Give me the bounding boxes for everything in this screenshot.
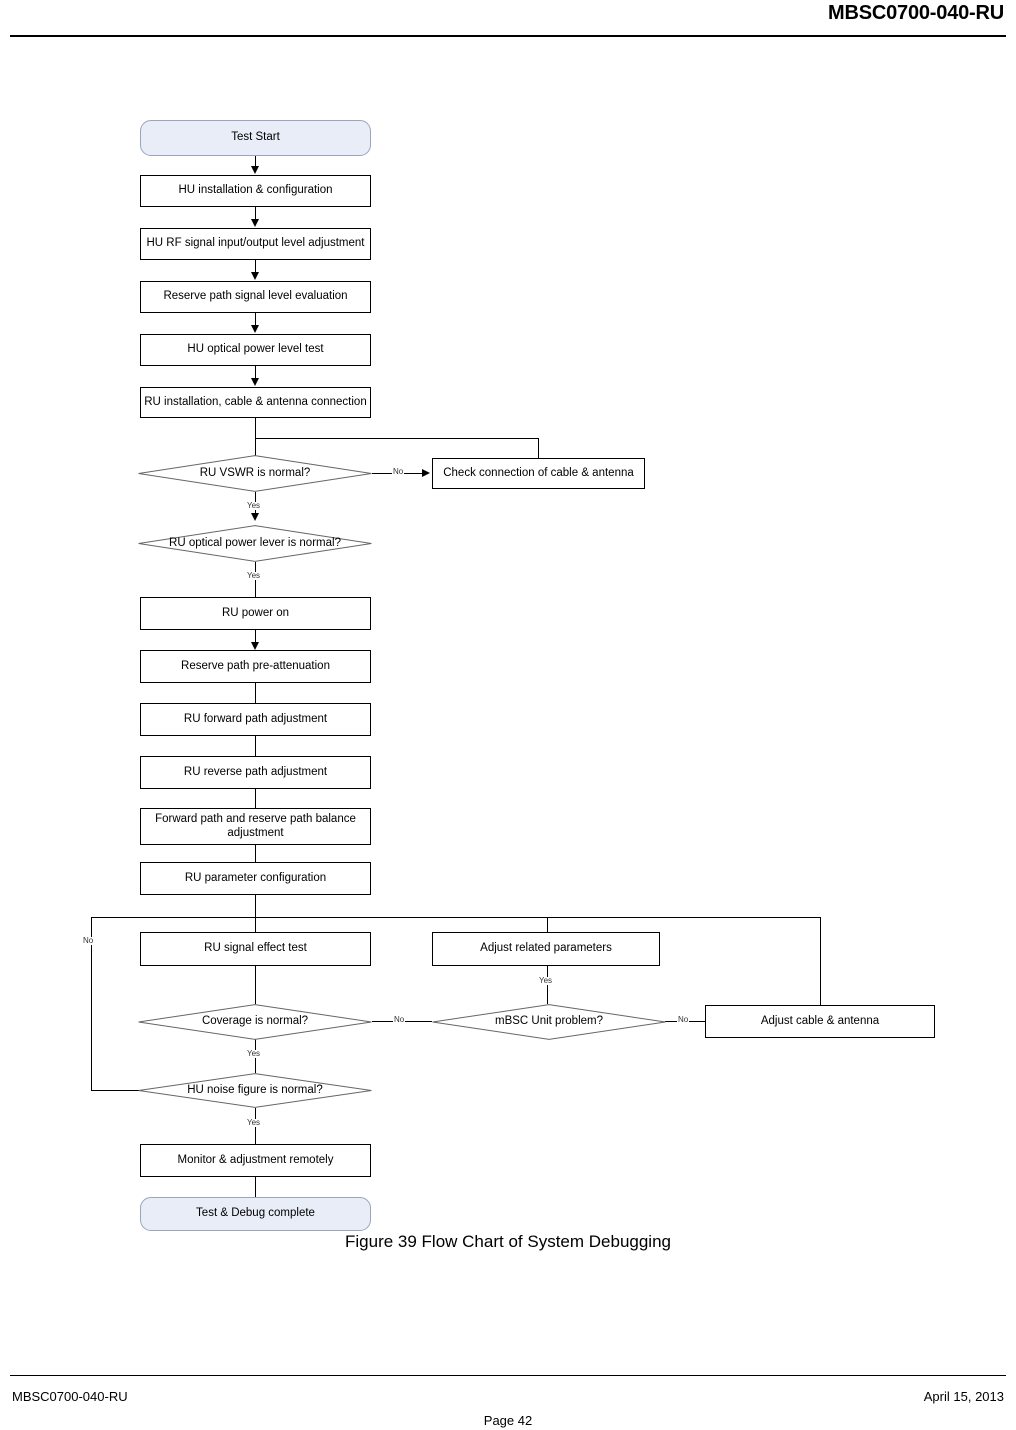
connector-ru-install-to-vswr [255, 418, 256, 456]
node-label: Test & Debug complete [196, 1207, 315, 1220]
node-label: Reserve path pre-attenuation [181, 659, 330, 672]
node-label: Forward path and reserve path balance ad… [155, 813, 356, 839]
connector-forward-to-reverse-adjust [255, 736, 256, 756]
node-ru-installation-cable-antenna-connection[interactable]: RU installation, cable & antenna connect… [140, 387, 371, 418]
connector-loopback-right-vertical [820, 917, 821, 1006]
arrowhead-ru-optical [250, 513, 259, 521]
node-hu-rf-signal-level-adjustment[interactable]: HU RF signal input/output level adjustme… [140, 228, 371, 260]
edge-label-mbsc-yes: Yes [538, 976, 554, 985]
node-reserve-path-signal-level-evaluation[interactable]: Reserve path signal level evaluation [140, 281, 371, 313]
node-ru-signal-effect-test[interactable]: RU signal effect test [140, 932, 371, 966]
edge-label-noise-yes: Yes [246, 1118, 262, 1127]
connector-reverse-adjust-to-balance [255, 789, 256, 808]
node-label: HU noise figure is normal? [187, 1083, 323, 1096]
footer-divider [10, 1375, 1006, 1376]
node-label: Coverage is normal? [201, 1015, 309, 1028]
node-label: Test Start [231, 131, 280, 144]
node-check-connection-of-cable-antenna[interactable]: Check connection of cable & antenna [432, 458, 645, 489]
connector-param-config-to-signal-effect [255, 895, 256, 932]
node-label: RU signal effect test [204, 942, 307, 955]
edge-label-vswr-yes: Yes [246, 501, 262, 510]
connector-signal-effect-to-coverage [255, 966, 256, 1004]
edge-label-coverage-no: No [393, 1015, 406, 1024]
node-label: mBSC Unit problem? [494, 1015, 603, 1028]
arrowhead-rf-level [250, 219, 259, 227]
footer-date: April 15, 2013 [923, 1389, 1004, 1404]
node-hu-installation-configuration[interactable]: HU installation & configuration [140, 175, 371, 207]
node-adjust-cable-antenna[interactable]: Adjust cable & antenna [705, 1005, 935, 1038]
node-test-start[interactable]: Test Start [140, 120, 371, 156]
edge-label-noise-no: No [82, 936, 95, 945]
node-label: RU reverse path adjustment [183, 765, 328, 778]
connector-loopback-left-into-noise-diamond [91, 1090, 139, 1091]
node-ru-parameter-configuration[interactable]: RU parameter configuration [140, 862, 371, 895]
node-label: Adjust related parameters [480, 942, 612, 955]
figure-caption: Figure 39 Flow Chart of System Debugging [345, 1232, 671, 1251]
connector-balance-to-param-config [255, 845, 256, 862]
node-hu-optical-power-level-test[interactable]: HU optical power level test [140, 334, 371, 366]
connector-check-connection-loopback-horizontal [255, 438, 539, 439]
node-label: RU optical power lever is normal? [169, 536, 341, 549]
node-monitor-adjustment-remotely[interactable]: Monitor & adjustment remotely [140, 1144, 371, 1177]
node-label: RU forward path adjustment [183, 712, 328, 725]
arrowhead-hu-install [250, 166, 259, 174]
arrowhead-check-connection [422, 468, 430, 477]
footer-page-number: Page 42 [483, 1413, 533, 1428]
node-label: HU RF signal input/output level adjustme… [146, 237, 365, 250]
edge-label-mbsc-no: No [677, 1015, 690, 1024]
node-ru-vswr-is-normal[interactable]: RU VSWR is normal? [138, 455, 372, 492]
node-mbsc-unit-problem[interactable]: mBSC Unit problem? [432, 1004, 666, 1040]
node-label: RU power on [221, 606, 290, 619]
page-footer: MBSC0700-040-RU April 15, 2013 Page 42 [0, 1375, 1016, 1430]
node-hu-noise-figure-is-normal[interactable]: HU noise figure is normal? [138, 1073, 372, 1108]
connector-loopback-bus-horizontal [91, 917, 821, 918]
node-test-debug-complete[interactable]: Test & Debug complete [140, 1197, 371, 1231]
node-label: Check connection of cable & antenna [443, 466, 634, 479]
connector-monitor-to-complete [255, 1177, 256, 1197]
node-ru-power-on[interactable]: RU power on [140, 597, 371, 630]
node-ru-optical-power-lever-is-normal[interactable]: RU optical power lever is normal? [138, 525, 372, 562]
footer-document-id: MBSC0700-040-RU [12, 1389, 128, 1404]
edge-label-vswr-no: No [392, 467, 405, 476]
node-label: RU installation, cable & antenna connect… [144, 395, 367, 408]
node-label: Monitor & adjustment remotely [177, 1153, 334, 1166]
node-label: HU optical power level test [187, 343, 324, 356]
node-ru-reverse-path-adjustment[interactable]: RU reverse path adjustment [140, 756, 371, 789]
node-reserve-path-pre-attenuation[interactable]: Reserve path pre-attenuation [140, 650, 371, 683]
node-label: Adjust cable & antenna [760, 1014, 880, 1027]
connector-mbsc-yes-vertical [547, 966, 548, 1004]
arrowhead-pre-atten [250, 642, 259, 650]
node-ru-forward-path-adjustment[interactable]: RU forward path adjustment [140, 703, 371, 736]
node-label: Reserve path signal level evaluation [163, 290, 348, 303]
arrowhead-reserve-eval [250, 272, 259, 280]
node-coverage-is-normal[interactable]: Coverage is normal? [138, 1004, 372, 1040]
connector-pre-atten-to-forward-adjust [255, 683, 256, 703]
connector-check-connection-loopback-vertical [538, 438, 539, 459]
flowchart-diagram: No Yes Yes No Yes No Yes No Yes Test Sta… [0, 0, 1016, 1270]
node-adjust-related-parameters[interactable]: Adjust related parameters [432, 932, 660, 966]
node-label: HU installation & configuration [178, 184, 333, 197]
node-label: RU VSWR is normal? [199, 466, 311, 479]
arrowhead-ru-install [250, 378, 259, 386]
node-forward-reserve-path-balance-adjustment[interactable]: Forward path and reserve path balance ad… [140, 808, 371, 845]
arrowhead-optical-test [250, 325, 259, 333]
edge-label-optical-yes: Yes [246, 571, 262, 580]
edge-label-coverage-yes: Yes [246, 1049, 262, 1058]
connector-adjust-params-to-bus [547, 917, 548, 932]
node-label: RU parameter configuration [184, 871, 327, 884]
